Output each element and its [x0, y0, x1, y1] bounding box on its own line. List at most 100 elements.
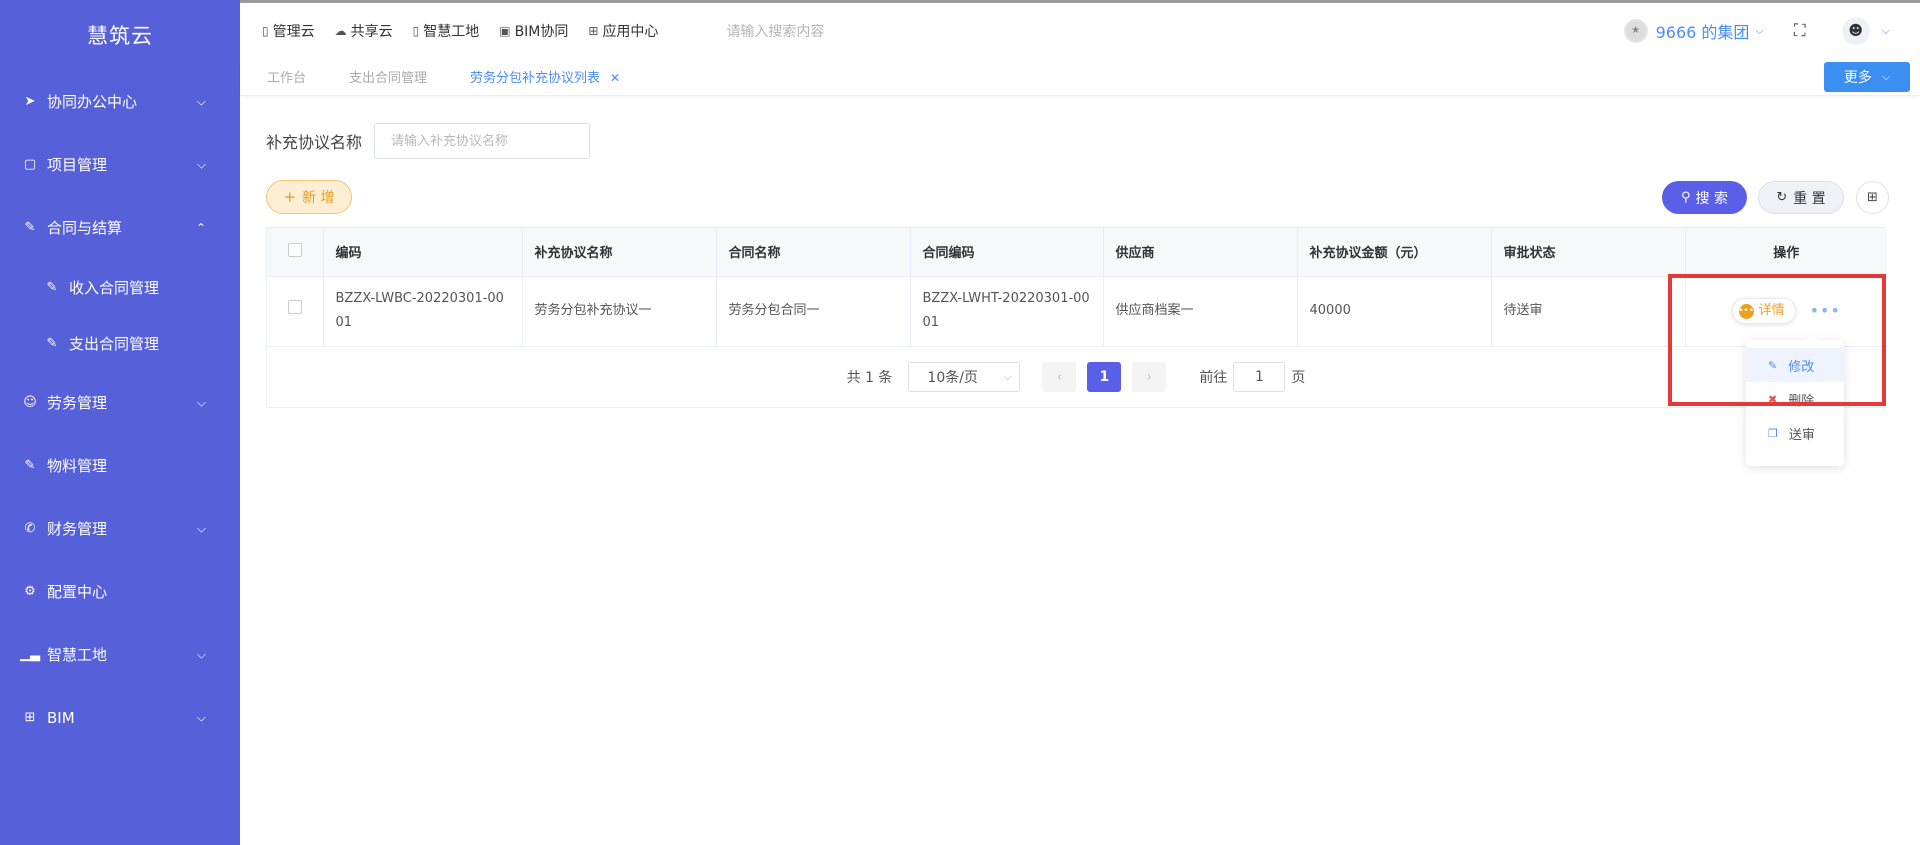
top-nav-manage-cloud[interactable]: ▯ 管理云	[262, 21, 315, 41]
sidebar-item-bim[interactable]: ⊞ BIM ⌵	[0, 686, 240, 749]
cloud-icon: ☁	[334, 23, 347, 38]
book-icon: ▢	[23, 157, 37, 172]
edit-doc-icon: ✎	[46, 279, 58, 295]
top-search-input[interactable]: 请输入搜索内容	[726, 21, 824, 41]
sidebar-item-project[interactable]: ▢ 项目管理 ⌵	[0, 133, 240, 196]
dropdown-item-edit[interactable]: ✎ 修改	[1746, 348, 1844, 382]
sidebar-item-label: 项目管理	[47, 156, 108, 174]
more-button[interactable]: 更多 ⌵	[1824, 62, 1910, 92]
chevron-down-icon: ⌵	[1881, 70, 1891, 83]
column-settings-button[interactable]: ⊞	[1856, 181, 1889, 214]
sidebar-subitem-label: 支出合同管理	[69, 334, 160, 353]
row-actions: ••• 详情 •••	[1698, 298, 1876, 324]
page-number-current[interactable]: 1	[1087, 362, 1122, 392]
sidebar-item-label: 合同与结算	[47, 219, 123, 237]
add-button[interactable]: + 新 增	[266, 180, 352, 214]
top-nav-bim[interactable]: ▣ BIM协同	[499, 21, 568, 41]
reset-button-label: 重 置	[1793, 190, 1826, 207]
header-code: 编码	[323, 228, 523, 277]
trash-icon: ✖	[1768, 392, 1778, 406]
reset-button[interactable]: ↻ 重 置	[1758, 181, 1844, 214]
chevron-down-icon: ⌵	[196, 94, 206, 108]
chevron-down-icon: ⌵	[196, 647, 206, 661]
top-nav-label: 管理云	[272, 23, 315, 40]
close-icon[interactable]: ✕	[610, 71, 620, 85]
tab-expense-contract[interactable]: 支出合同管理	[341, 67, 435, 86]
cell-code: BZZX-LWBC-20220301-0001	[323, 276, 523, 347]
edit-icon: ✎	[1768, 358, 1778, 372]
detail-button[interactable]: ••• 详情	[1731, 298, 1796, 324]
search-icon: ⚲	[1681, 190, 1691, 205]
checkbox[interactable]	[287, 300, 302, 314]
tab-labor-supplement-list[interactable]: 劳务分包补充协议列表 ✕	[462, 67, 628, 86]
sidebar-item-contract[interactable]: ✎ 合同与结算 ⌃	[0, 196, 240, 259]
checkbox[interactable]	[287, 242, 302, 257]
chevron-down-icon[interactable]: ⌵	[1882, 24, 1890, 38]
sidebar-item-smart-site[interactable]: ▁▃ 智慧工地 ⌵	[0, 623, 240, 686]
dropdown-item-delete[interactable]: ✖ 删除	[1746, 382, 1844, 416]
sidebar-subitem-income-contract[interactable]: ✎ 收入合同管理	[0, 259, 240, 315]
cube-icon: ▣	[499, 23, 511, 38]
sidebar-subitem-expense-contract[interactable]: ✎ 支出合同管理	[0, 315, 240, 371]
avatar[interactable]: ☻	[1841, 16, 1870, 45]
cell-amount: 40000	[1297, 276, 1492, 347]
filter-row: 补充协议名称	[266, 123, 591, 159]
chevron-down-icon[interactable]: ⌵	[1755, 24, 1763, 38]
chevron-down-icon: ⌵	[196, 710, 206, 724]
more-actions-dropdown: ✎ 修改 ✖ 删除 ❐ 送审	[1746, 334, 1844, 466]
more-button-label: 更多	[1843, 70, 1872, 86]
refresh-icon: ↻	[1776, 190, 1788, 205]
more-actions-icon[interactable]: •••	[1810, 299, 1841, 323]
pagination: 共 1 条 10条/页 ⌵ ‹ 1 › 前往 页	[266, 359, 1886, 395]
chevron-up-icon: ⌃	[195, 220, 206, 235]
dropdown-item-submit[interactable]: ❐ 送审	[1746, 416, 1844, 450]
next-page-button[interactable]: ›	[1132, 362, 1167, 392]
header-select-all[interactable]	[267, 228, 324, 277]
top-nav-smart-site[interactable]: ▯ 智慧工地	[413, 21, 480, 41]
top-nav-app-center[interactable]: ⊞ 应用中心	[588, 21, 658, 41]
prev-page-button[interactable]: ‹	[1042, 362, 1077, 392]
plus-icon: +	[283, 188, 297, 206]
tab-workbench[interactable]: 工作台	[259, 67, 314, 86]
fullscreen-icon[interactable]: ⛶	[1794, 21, 1806, 41]
edit-doc-icon: ✎	[46, 335, 58, 351]
pagination-total: 共 1 条	[846, 370, 893, 386]
cell-agreement-name: 劳务分包补充协议一	[522, 276, 717, 347]
goto-label: 前往	[1199, 370, 1228, 386]
sidebar-item-labor[interactable]: ☺ 劳务管理 ⌵	[0, 371, 240, 434]
chevron-right-icon: ›	[1146, 369, 1152, 385]
sidebar-item-label: 协同办公中心	[47, 93, 138, 111]
page-size-select[interactable]: 10条/页 ⌵	[908, 362, 1021, 392]
row-select[interactable]	[267, 276, 324, 347]
sidebar: 慧筑云 ➤ 协同办公中心 ⌵ ▢ 项目管理 ⌵ ✎ 合同与结算 ⌃ ✎ 收入合同…	[0, 0, 240, 845]
sidebar-item-label: 智慧工地	[47, 646, 108, 664]
sidebar-item-material[interactable]: ✎ 物料管理	[0, 434, 240, 497]
more-circle-icon: •••	[1738, 303, 1754, 319]
org-switcher[interactable]: 9666 的集团	[1656, 19, 1750, 43]
chevron-down-icon: ⌵	[196, 395, 206, 409]
tab-label: 劳务分包补充协议列表	[470, 71, 601, 86]
search-button[interactable]: ⚲ 搜 索	[1662, 181, 1747, 214]
page-size-value: 10条/页	[927, 370, 978, 386]
phone-icon: ✆	[24, 521, 36, 536]
goto-page-input[interactable]	[1233, 362, 1286, 392]
sidebar-item-label: 劳务管理	[47, 394, 108, 412]
header-supplier: 供应商	[1103, 228, 1298, 277]
top-nav-share-cloud[interactable]: ☁ 共享云	[335, 21, 393, 41]
sidebar-item-config[interactable]: ⚙ 配置中心	[0, 560, 240, 623]
top-nav-label: BIM协同	[514, 23, 569, 40]
sidebar-item-label: 物料管理	[47, 457, 108, 475]
agreement-name-input[interactable]	[374, 123, 591, 159]
sidebar-item-label: BIM	[47, 708, 75, 727]
top-bar: ▯ 管理云 ☁ 共享云 ▯ 智慧工地 ▣ BIM协同 ⊞ 应用中心 请输入搜索内…	[240, 0, 1920, 58]
top-right-area: ★ 9666 的集团 ⌵ ⛶ ☻ ⌵	[1623, 3, 1890, 58]
sidebar-item-finance[interactable]: ✆ 财务管理 ⌵	[0, 497, 240, 560]
sidebar-item-collaboration[interactable]: ➤ 协同办公中心 ⌵	[0, 70, 240, 133]
dropdown-item-label: 送审	[1788, 427, 1815, 443]
header-agreement-name: 补充协议名称	[522, 228, 717, 277]
cell-contract-code: BZZX-LWHT-20220301-0001	[910, 276, 1104, 347]
top-nav-label: 智慧工地	[423, 23, 480, 40]
chevron-down-icon: ⌵	[196, 521, 206, 535]
sidebar-subitem-label: 收入合同管理	[69, 278, 160, 297]
send-icon: ➤	[24, 94, 36, 109]
